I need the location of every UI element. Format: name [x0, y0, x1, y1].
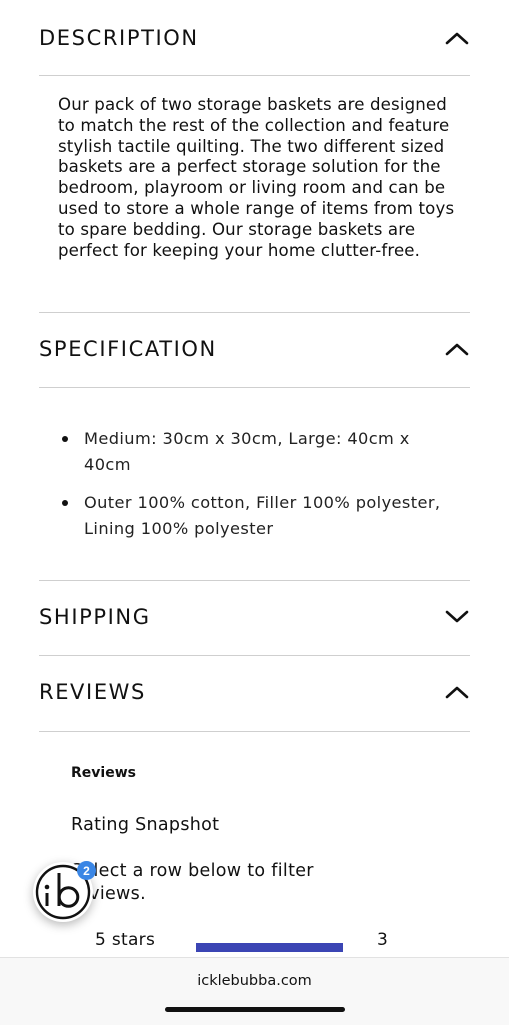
list-item: Outer 100% cotton, Filler 100% polyester… [62, 490, 452, 542]
description-body: Our pack of two storage baskets are desi… [58, 95, 455, 260]
specification-title: SPECIFICATION [39, 337, 217, 361]
browser-url-bar[interactable]: icklebubba.com [0, 957, 509, 1025]
rating-bar [196, 943, 343, 952]
description-header[interactable]: DESCRIPTION [39, 18, 470, 58]
divider [39, 580, 470, 581]
shipping-title: SHIPPING [39, 605, 151, 629]
chevron-up-icon[interactable] [444, 679, 470, 705]
rating-row-5-stars[interactable]: 5 stars 3 [95, 930, 395, 954]
divider [39, 731, 470, 732]
chevron-up-icon[interactable] [444, 25, 470, 51]
url-text: icklebubba.com [197, 973, 312, 989]
home-indicator[interactable] [165, 1007, 345, 1012]
specification-header[interactable]: SPECIFICATION [39, 329, 470, 369]
description-title: DESCRIPTION [39, 26, 199, 50]
rating-row-count: 3 [377, 930, 388, 950]
reviews-heading: Reviews [71, 765, 136, 781]
list-item: Medium: 30cm x 30cm, Large: 40cm x 40cm [62, 426, 452, 478]
rating-snapshot-title: Rating Snapshot [71, 815, 220, 835]
divider [39, 387, 470, 388]
divider [39, 655, 470, 656]
rating-row-label: 5 stars [95, 930, 156, 950]
shipping-header[interactable]: SHIPPING [39, 597, 470, 637]
chevron-down-icon[interactable] [444, 604, 470, 630]
rating-bar-fill [196, 943, 343, 952]
divider [39, 75, 470, 76]
divider [39, 312, 470, 313]
chevron-up-icon[interactable] [444, 336, 470, 362]
reviews-header[interactable]: REVIEWS [39, 672, 470, 712]
reviews-title: REVIEWS [39, 680, 146, 704]
specification-list: Medium: 30cm x 30cm, Large: 40cm x 40cm … [62, 426, 452, 554]
notification-badge: 2 [77, 861, 96, 880]
filter-instruction: Select a row below to filter reviews. [71, 861, 314, 904]
